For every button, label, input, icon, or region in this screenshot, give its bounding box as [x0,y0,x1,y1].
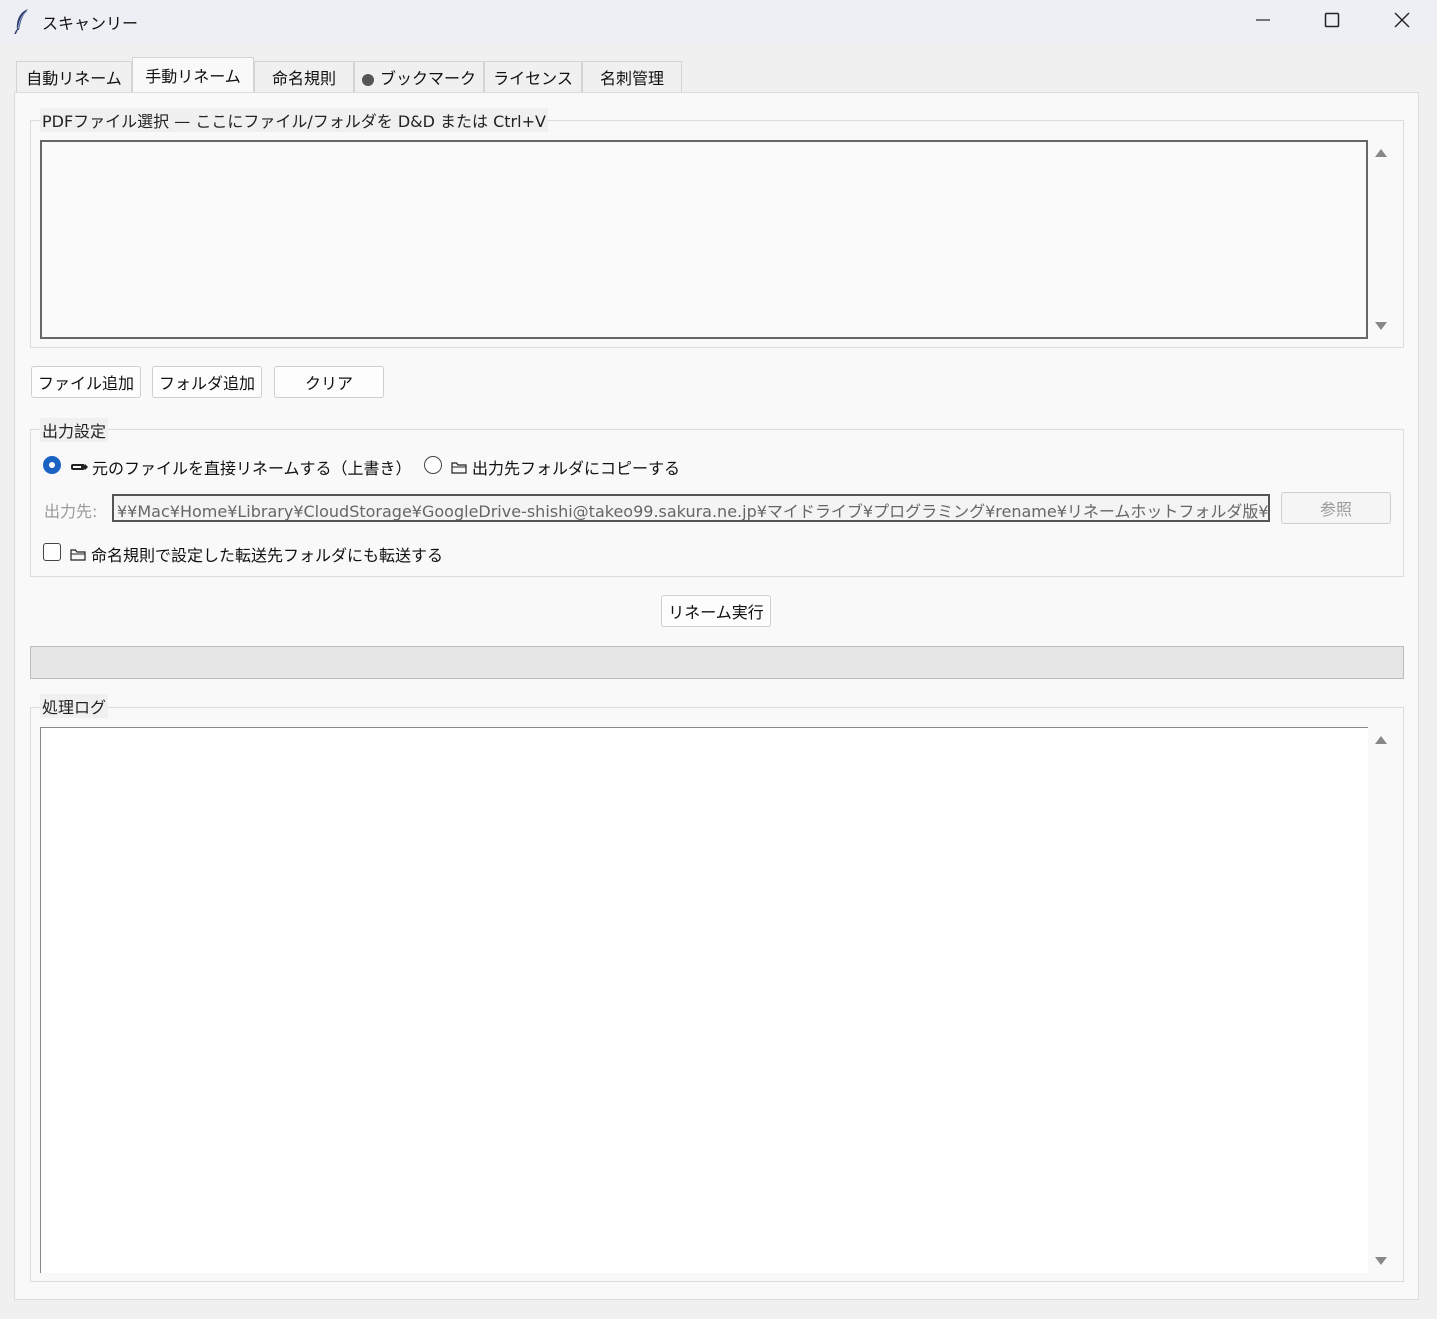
title-bar: スキャンリー [0,0,1437,42]
tab-label: 自動リネーム [26,69,122,88]
progress-bar [30,646,1404,679]
close-icon [1394,12,1410,28]
tab-business-cards[interactable]: 名刺管理 [582,61,682,92]
tab-label: ライセンス [493,69,573,88]
scroll-up-icon[interactable] [1375,149,1387,157]
file-list-scrollbar[interactable] [1370,140,1392,339]
file-select-group-label: PDFファイル選択 — ここにファイル/フォルダを D&D または Ctrl+V [40,108,548,132]
output-dest-label: 出力先: [44,502,98,521]
copy-label: 出力先フォルダにコピーする [472,459,681,478]
circle-icon [361,74,374,86]
overwrite-label: 元のファイルを直接リネームする（上書き） [92,459,412,478]
copy-option[interactable]: 出力先フォルダにコピーする [451,455,680,479]
add-file-button[interactable]: ファイル追加 [31,366,141,398]
folder-icon [70,549,86,561]
add-folder-button[interactable]: フォルダ追加 [152,366,262,398]
output-settings-label: 出力設定 [40,418,109,442]
tab-label: ブックマーク [379,69,476,88]
tab-bookmark[interactable]: ブックマーク [354,61,484,92]
overwrite-radio[interactable] [43,456,61,474]
maximize-icon [1324,12,1340,28]
minimize-icon [1256,19,1270,21]
tab-label: 手動リネーム [145,67,241,86]
close-button[interactable] [1367,0,1437,40]
transfer-label: 命名規則で設定した転送先フォルダにも転送する [91,546,444,565]
transfer-option[interactable]: 命名規則で設定した転送先フォルダにも転送する [70,542,443,566]
feather-icon [14,9,28,34]
scroll-down-icon[interactable] [1375,1257,1387,1265]
tab-auto-rename[interactable]: 自動リネーム [16,61,132,92]
tab-naming-rules[interactable]: 命名規則 [254,61,354,92]
copy-radio[interactable] [424,456,442,474]
browse-button[interactable]: 参照 [1281,492,1391,524]
log-group-label: 処理ログ [40,694,109,718]
clear-button[interactable]: クリア [274,366,384,398]
transfer-checkbox[interactable] [43,543,61,561]
run-rename-button[interactable]: リネーム実行 [661,595,771,627]
tab-label: 命名規則 [271,69,336,88]
tab-label: 名刺管理 [599,69,664,88]
tab-manual-rename[interactable]: 手動リネーム [132,57,254,92]
scroll-down-icon[interactable] [1375,322,1387,330]
window-title: スキャンリー [42,14,139,33]
file-listbox[interactable] [40,140,1368,339]
output-dest-field[interactable]: ¥¥Mac¥Home¥Library¥CloudStorage¥GoogleDr… [112,494,1270,522]
minimize-button[interactable] [1228,0,1298,40]
folder-icon [451,462,467,474]
maximize-button[interactable] [1297,0,1367,40]
overwrite-option[interactable]: 元のファイルを直接リネームする（上書き） [70,455,412,479]
log-textarea[interactable] [40,727,1368,1273]
log-scrollbar[interactable] [1370,727,1392,1273]
pencil-icon [71,464,88,470]
tab-license[interactable]: ライセンス [484,61,582,92]
scroll-up-icon[interactable] [1375,736,1387,744]
